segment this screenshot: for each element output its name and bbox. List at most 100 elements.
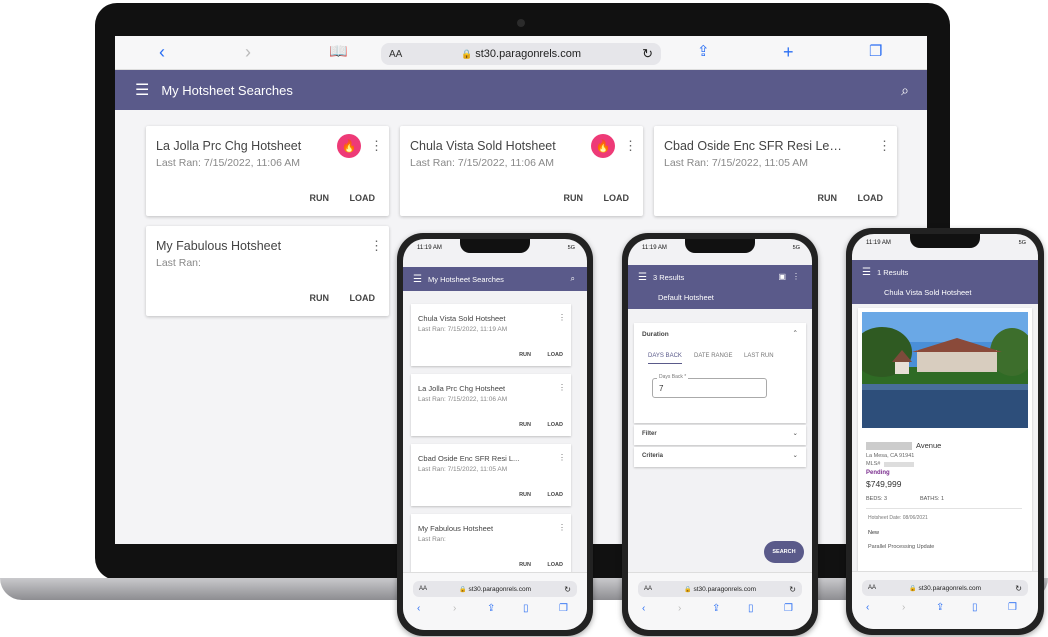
forward-icon[interactable]: › <box>245 42 251 62</box>
share-icon[interactable]: ⇪ <box>697 42 710 62</box>
hotsheet-card[interactable]: My Fabulous Hotsheet Last Ran: ⋮ RUN LOA… <box>411 514 571 576</box>
menu-icon[interactable]: ☰ <box>638 272 647 283</box>
reader-aa[interactable]: AA <box>644 586 652 592</box>
back-icon[interactable]: ‹ <box>866 602 869 613</box>
load-button[interactable]: LOAD <box>858 193 884 203</box>
forward-icon[interactable]: › <box>902 602 905 613</box>
run-button[interactable]: RUN <box>818 193 838 203</box>
page-title: My Hotsheet Searches <box>161 82 293 98</box>
run-button[interactable]: RUN <box>310 193 330 203</box>
load-button[interactable]: LOAD <box>350 193 376 203</box>
menu-icon[interactable]: ☰ <box>413 274 422 285</box>
tabs-icon[interactable]: ❐ <box>1008 602 1017 613</box>
results-count: 3 Results <box>653 273 685 282</box>
more-icon[interactable]: ⋮ <box>558 453 566 462</box>
criteria-heading: Criteria <box>642 453 664 459</box>
search-icon[interactable]: ⌕ <box>901 82 909 99</box>
tabs-icon[interactable]: ❐ <box>869 42 882 62</box>
chevron-down-icon[interactable]: ⌄ <box>793 429 798 437</box>
run-button[interactable]: RUN <box>564 193 584 203</box>
reader-aa[interactable]: AA <box>389 49 402 60</box>
criteria-panel[interactable]: Criteria ⌄ <box>634 447 806 467</box>
run-button[interactable]: RUN <box>519 422 531 428</box>
hotsheet-date: Hotsheet Date: 08/06/2021 <box>868 515 928 521</box>
run-button[interactable]: RUN <box>519 352 531 358</box>
listing-mls: MLS# <box>866 461 881 467</box>
load-button[interactable]: LOAD <box>604 193 630 203</box>
listing-card[interactable]: Avenue La Mesa, CA 91941 MLS# Pending $7… <box>858 308 1032 572</box>
run-button[interactable]: RUN <box>519 562 531 568</box>
chevron-up-icon[interactable]: ⌃ <box>793 329 798 337</box>
bookmarks-icon[interactable]: ▯ <box>748 603 754 614</box>
load-button[interactable]: LOAD <box>547 562 563 568</box>
reload-icon[interactable]: ↻ <box>1015 584 1022 593</box>
back-icon[interactable]: ‹ <box>159 42 165 62</box>
address-bar[interactable]: AA 🔒 st30.paragonrels.com ↻ <box>381 43 661 65</box>
status-time: 11:19 AM <box>417 245 442 251</box>
more-icon[interactable]: ⋮ <box>558 523 566 532</box>
run-button[interactable]: RUN <box>519 492 531 498</box>
reload-icon[interactable]: ↻ <box>642 46 653 62</box>
search-button[interactable]: SEARCH <box>764 541 804 563</box>
address-bar[interactable]: AA 🔒 st30.paragonrels.com ↻ <box>862 580 1028 596</box>
tabs-icon[interactable]: ❐ <box>559 603 568 614</box>
days-back-input[interactable]: Days Back * 7 <box>652 374 767 398</box>
menu-icon[interactable]: ☰ <box>135 80 149 100</box>
reader-aa[interactable]: AA <box>419 586 427 592</box>
days-back-label: Days Back * <box>657 374 689 380</box>
url-text: st30.paragonrels.com <box>468 585 531 593</box>
filter-panel[interactable]: Filter ⌄ <box>634 425 806 445</box>
more-icon[interactable]: ⋮ <box>878 138 891 154</box>
chevron-down-icon[interactable]: ⌄ <box>793 451 798 459</box>
tab-date-range[interactable]: DATE RANGE <box>694 353 733 359</box>
forward-icon[interactable]: › <box>678 603 681 614</box>
search-icon[interactable]: ⌕ <box>571 274 575 284</box>
save-icon[interactable]: ▣ <box>778 272 786 281</box>
tabs-icon[interactable]: ❐ <box>784 603 793 614</box>
tab-days-back[interactable]: DAYS BACK <box>648 353 682 364</box>
card-last-ran: Last Ran: 7/15/2022, 11:06 AM <box>410 157 554 169</box>
load-button[interactable]: LOAD <box>547 422 563 428</box>
card-last-ran: Last Ran: 7/15/2022, 11:19 AM <box>418 326 508 333</box>
hotsheet-card[interactable]: Chula Vista Sold Hotsheet Last Ran: 7/15… <box>400 126 643 216</box>
load-button[interactable]: LOAD <box>547 352 563 358</box>
address-bar[interactable]: AA 🔒 st30.paragonrels.com ↻ <box>638 581 802 597</box>
more-icon[interactable]: ⋮ <box>792 272 800 281</box>
load-button[interactable]: LOAD <box>350 293 376 303</box>
back-icon[interactable]: ‹ <box>417 603 420 614</box>
more-icon[interactable]: ⋮ <box>370 238 383 254</box>
more-icon[interactable]: ⋮ <box>558 383 566 392</box>
phone-screen: 11:19 AM 5G ☰ 3 Results Default Hotsheet… <box>628 239 812 630</box>
more-icon[interactable]: ⋮ <box>624 138 637 154</box>
reader-aa[interactable]: AA <box>868 585 876 591</box>
status-time: 11:19 AM <box>866 240 891 246</box>
reload-icon[interactable]: ↻ <box>789 585 796 594</box>
share-icon[interactable]: ⇪ <box>712 603 720 614</box>
redacted-address <box>866 442 912 450</box>
lock-icon: 🔒 <box>684 586 692 593</box>
hotsheet-card[interactable]: La Jolla Prc Chg Hotsheet Last Ran: 7/15… <box>146 126 389 216</box>
hotsheet-card[interactable]: Cbad Oside Enc SFR Resi L... Last Ran: 7… <box>411 444 571 506</box>
back-icon[interactable]: ‹ <box>642 603 645 614</box>
hotsheet-card[interactable]: My Fabulous Hotsheet Last Ran: ⋮ RUN LOA… <box>146 226 389 316</box>
address-bar[interactable]: AA 🔒 st30.paragonrels.com ↻ <box>413 581 577 597</box>
run-button[interactable]: RUN <box>310 293 330 303</box>
share-icon[interactable]: ⇪ <box>487 603 495 614</box>
hotsheet-card[interactable]: Cbad Oside Enc SFR Resi Lea... Last Ran:… <box>654 126 897 216</box>
menu-icon[interactable]: ☰ <box>862 267 871 278</box>
listing-photo[interactable] <box>862 312 1028 428</box>
bookmarks-icon[interactable]: 📖 <box>329 42 348 62</box>
hotsheet-card[interactable]: Chula Vista Sold Hotsheet Last Ran: 7/15… <box>411 304 571 366</box>
share-icon[interactable]: ⇪ <box>936 602 944 613</box>
reload-icon[interactable]: ↻ <box>564 585 571 594</box>
forward-icon[interactable]: › <box>453 603 456 614</box>
more-icon[interactable]: ⋮ <box>370 138 383 154</box>
hotsheet-card[interactable]: La Jolla Prc Chg Hotsheet Last Ran: 7/15… <box>411 374 571 436</box>
load-button[interactable]: LOAD <box>547 492 563 498</box>
bookmarks-icon[interactable]: ▯ <box>972 602 978 613</box>
duration-heading[interactable]: Duration <box>642 331 669 338</box>
more-icon[interactable]: ⋮ <box>558 313 566 322</box>
new-tab-icon[interactable]: + <box>783 42 794 62</box>
tab-last-run[interactable]: LAST RUN <box>744 353 774 359</box>
bookmarks-icon[interactable]: ▯ <box>523 603 529 614</box>
